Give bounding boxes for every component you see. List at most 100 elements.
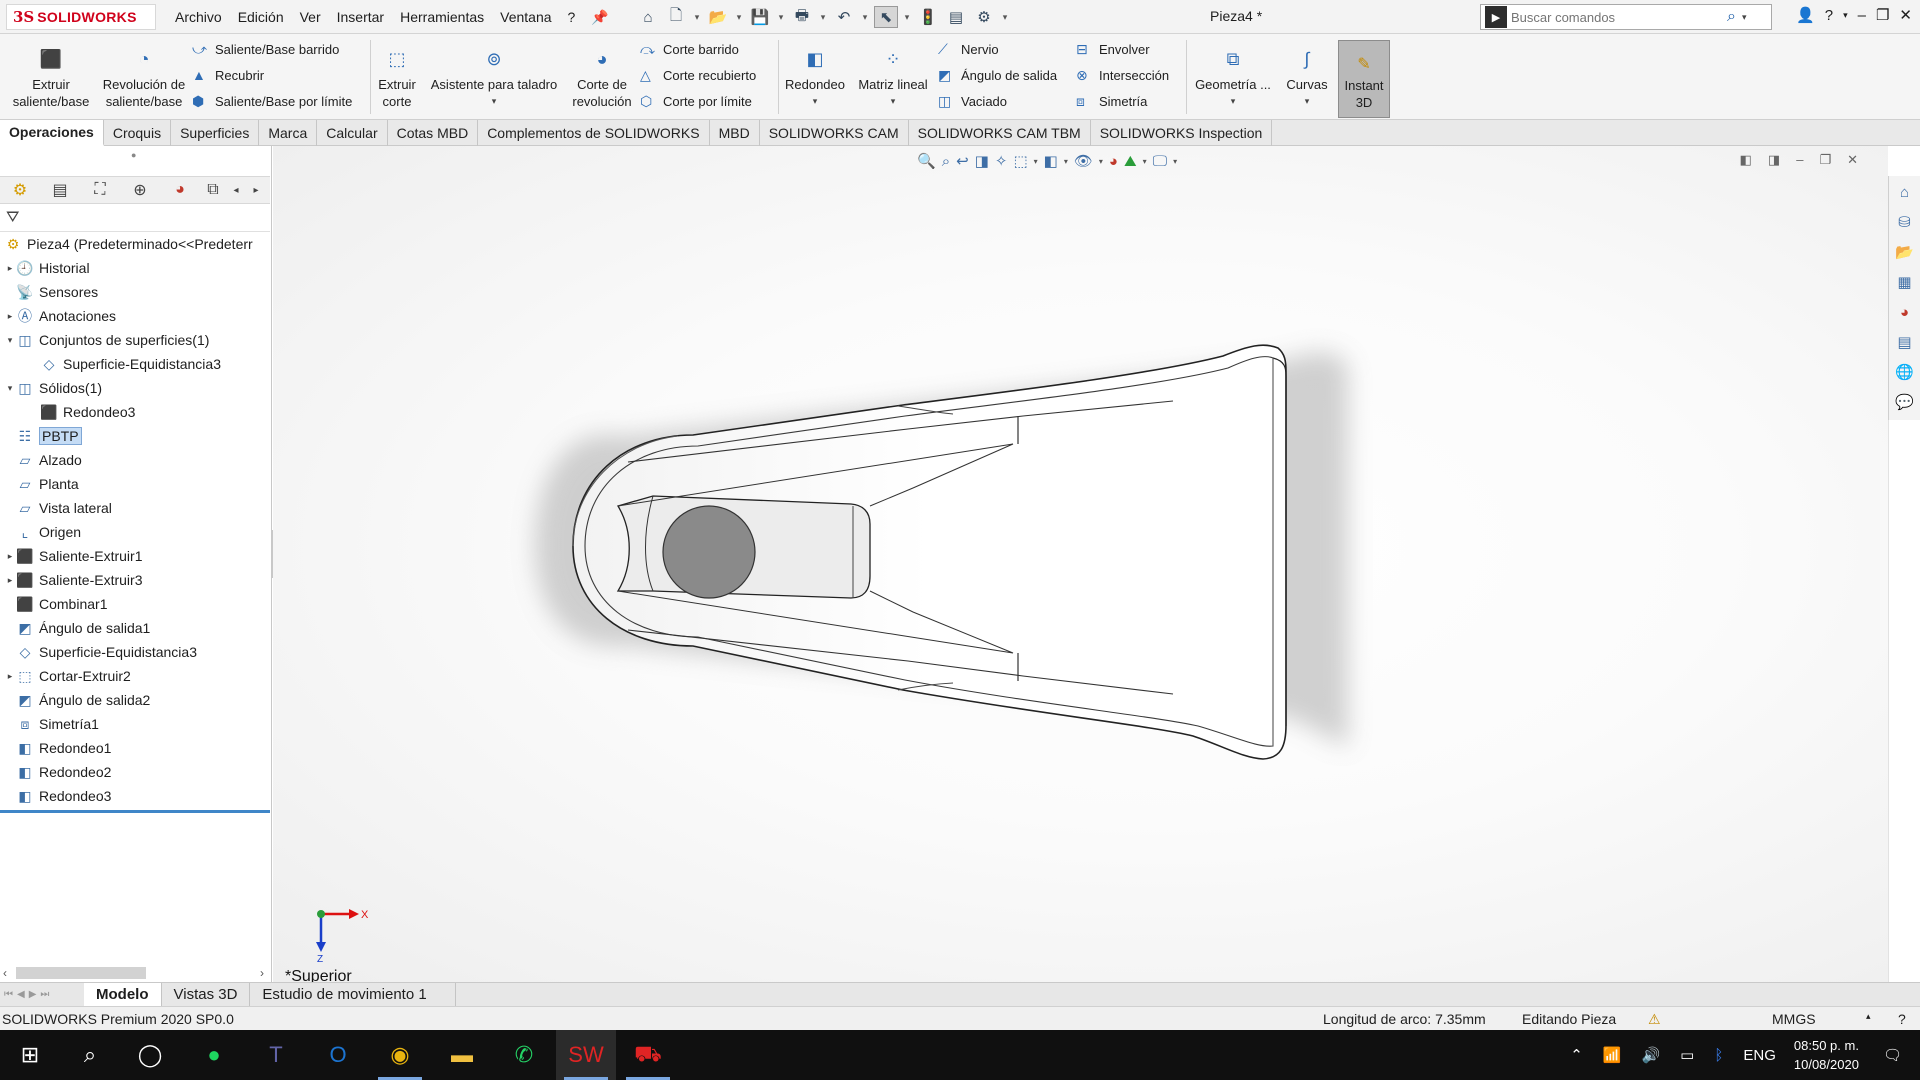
- extrude-boss-button[interactable]: ⬛ Extruir saliente/base: [8, 38, 94, 116]
- panel-collapse-handle[interactable]: ●: [131, 150, 136, 160]
- save-icon[interactable]: 💾: [748, 6, 772, 28]
- tree-item[interactable]: ◧ Redondeo2: [0, 760, 270, 784]
- expand-arrow-icon[interactable]: ▾: [4, 335, 16, 346]
- shell-button[interactable]: ◫ Vaciado: [938, 90, 1057, 112]
- swept-cut-button[interactable]: ⤼ Corte barrido: [640, 38, 756, 60]
- swept-boss-button[interactable]: ⤻ Saliente/Base barrido: [192, 38, 352, 60]
- scroll-thumb[interactable]: [16, 967, 146, 979]
- home-icon[interactable]: ⌂: [636, 6, 660, 28]
- forum-chat-icon[interactable]: 💬: [1893, 390, 1917, 414]
- menu-ver[interactable]: Ver: [300, 9, 321, 25]
- tree-item[interactable]: ▸ ⬛ Saliente-Extruir1: [0, 544, 270, 568]
- tab-operaciones[interactable]: Operaciones: [0, 120, 104, 146]
- file-explorer-icon[interactable]: 📂: [1893, 240, 1917, 264]
- menu-ventana[interactable]: Ventana: [500, 9, 551, 25]
- tree-item[interactable]: ⬛ Combinar1: [0, 592, 270, 616]
- solidworks-logo[interactable]: 3S SOLIDWORKS: [6, 4, 156, 30]
- last-tab-icon[interactable]: ⏭: [40, 989, 49, 1000]
- mirror-button[interactable]: ⧈ Simetría: [1076, 90, 1169, 112]
- tabs-scroll-right-icon[interactable]: ▸: [246, 177, 266, 203]
- horizontal-scrollbar[interactable]: ‹ ›: [0, 964, 270, 982]
- appearances-icon[interactable]: ◕: [1893, 300, 1917, 324]
- tree-item[interactable]: ▱ Alzado: [0, 448, 270, 472]
- tab-mbd[interactable]: MBD: [710, 120, 760, 146]
- tree-root[interactable]: ⚙ Pieza4 (Predeterminado<<Predeterr: [0, 232, 270, 256]
- user-icon[interactable]: 👤: [1796, 6, 1815, 24]
- menu-archivo[interactable]: Archivo: [175, 9, 222, 25]
- solidworks-forum-icon[interactable]: 🌐: [1893, 360, 1917, 384]
- options-gear-icon[interactable]: ⚙: [972, 6, 996, 28]
- tree-item[interactable]: ▸ ⬚ Cortar-Extruir2: [0, 664, 270, 688]
- hole-wizard-dropdown-icon[interactable]: ▾: [492, 93, 497, 110]
- bluetooth-icon[interactable]: ᛒ: [1714, 1047, 1723, 1064]
- property-manager-tab-icon[interactable]: ▤: [40, 177, 80, 203]
- wrap-button[interactable]: ⊟ Envolver: [1076, 38, 1169, 60]
- menu-herramientas[interactable]: Herramientas: [400, 9, 484, 25]
- tree-item[interactable]: ◇ Superficie-Equidistancia3: [0, 352, 270, 376]
- cam-manager-tab-icon[interactable]: ⧉: [200, 177, 226, 203]
- show-hidden-icons-icon[interactable]: ⌃: [1570, 1046, 1583, 1064]
- feature-manager-tab-icon[interactable]: ⚙: [0, 177, 40, 203]
- cortana-icon[interactable]: ◯: [120, 1030, 180, 1080]
- minimize-icon[interactable]: –: [1858, 7, 1866, 24]
- reference-geometry-dropdown-icon[interactable]: ▾: [1231, 93, 1236, 110]
- display-manager-tab-icon[interactable]: ◕: [160, 177, 200, 203]
- acrobat-icon[interactable]: ⛟: [618, 1030, 678, 1080]
- tree-item[interactable]: ⌞ Origen: [0, 520, 270, 544]
- tree-item[interactable]: ⧈ Simetría1: [0, 712, 270, 736]
- boundary-boss-button[interactable]: ⬢ Saliente/Base por límite: [192, 90, 352, 112]
- custom-properties-icon[interactable]: ▤: [1893, 330, 1917, 354]
- configuration-manager-tab-icon[interactable]: ⛶: [80, 177, 120, 203]
- status-help-icon[interactable]: ?: [1898, 1011, 1906, 1027]
- rib-button[interactable]: ⟋ Nervio: [938, 38, 1057, 60]
- tab-vistas-3d[interactable]: Vistas 3D: [162, 982, 251, 1007]
- undo-dropdown-icon[interactable]: ▾: [860, 6, 870, 28]
- curves-dropdown-icon[interactable]: ▾: [1305, 93, 1310, 110]
- tree-item[interactable]: ▾ ◫ Sólidos(1): [0, 376, 270, 400]
- volume-icon[interactable]: 🔊: [1641, 1046, 1660, 1064]
- teams-icon[interactable]: T: [246, 1030, 306, 1080]
- rebuild-status-icon[interactable]: ⚠: [1648, 1011, 1661, 1028]
- tree-item[interactable]: ▸ Ⓐ Anotaciones: [0, 304, 270, 328]
- new-dropdown-icon[interactable]: ▾: [692, 6, 702, 28]
- save-dropdown-icon[interactable]: ▾: [776, 6, 786, 28]
- chrome-icon[interactable]: ◉: [370, 1030, 430, 1080]
- scroll-right-icon[interactable]: ›: [260, 966, 264, 980]
- instant3d-button[interactable]: ✎ Instant 3D: [1338, 40, 1390, 118]
- tree-item[interactable]: ◩ Ángulo de salida1: [0, 616, 270, 640]
- curves-button[interactable]: ∫ Curvas ▾: [1280, 38, 1334, 116]
- tree-item[interactable]: ▸ ⬛ Saliente-Extruir3: [0, 568, 270, 592]
- file-properties-icon[interactable]: ▤: [944, 6, 968, 28]
- design-library-icon[interactable]: ⛁: [1893, 210, 1917, 234]
- select-dropdown-icon[interactable]: ▾: [902, 6, 912, 28]
- taskbar-search-icon[interactable]: ⌕: [60, 1030, 120, 1080]
- tab-solidworks-cam-tbm[interactable]: SOLIDWORKS CAM TBM: [909, 120, 1091, 146]
- first-tab-icon[interactable]: ⏮: [4, 989, 13, 1000]
- tab-complementos[interactable]: Complementos de SOLIDWORKS: [478, 120, 710, 146]
- revolve-cut-button[interactable]: ◕ Corte de revolución: [566, 38, 638, 116]
- outlook-icon[interactable]: O: [308, 1030, 368, 1080]
- windows-start-icon[interactable]: ⊞: [0, 1030, 60, 1080]
- units-dropdown-icon[interactable]: ▴: [1866, 1011, 1871, 1022]
- language-indicator[interactable]: ENG: [1743, 1047, 1776, 1064]
- prev-tab-icon[interactable]: ◀: [17, 989, 25, 1000]
- boundary-cut-button[interactable]: ⬡ Corte por límite: [640, 90, 756, 112]
- print-icon[interactable]: 🖶: [790, 6, 814, 28]
- rebuild-icon[interactable]: 🚦: [916, 6, 940, 28]
- whatsapp-icon[interactable]: ✆: [494, 1030, 554, 1080]
- tree-item[interactable]: ◧ Redondeo3: [0, 784, 270, 808]
- undo-icon[interactable]: ↶: [832, 6, 856, 28]
- tab-croquis[interactable]: Croquis: [104, 120, 172, 146]
- open-dropdown-icon[interactable]: ▾: [734, 6, 744, 28]
- linear-pattern-button[interactable]: ⁘ Matriz lineal ▾: [852, 38, 934, 116]
- tree-item[interactable]: ◧ Redondeo1: [0, 736, 270, 760]
- help-icon[interactable]: ?: [1825, 7, 1833, 24]
- extrude-cut-button[interactable]: ⬚ Extruir corte: [374, 38, 420, 116]
- tab-cotas-mbd[interactable]: Cotas MBD: [388, 120, 479, 146]
- tree-item[interactable]: ◩ Ángulo de salida2: [0, 688, 270, 712]
- tab-modelo[interactable]: Modelo: [84, 982, 162, 1007]
- tab-superficies[interactable]: Superficies: [171, 120, 260, 146]
- pin-icon[interactable]: 📌: [591, 9, 608, 26]
- hole-wizard-button[interactable]: ⊚ Asistente para taladro ▾: [424, 38, 564, 116]
- solidworks-resources-icon[interactable]: ⌂: [1893, 180, 1917, 204]
